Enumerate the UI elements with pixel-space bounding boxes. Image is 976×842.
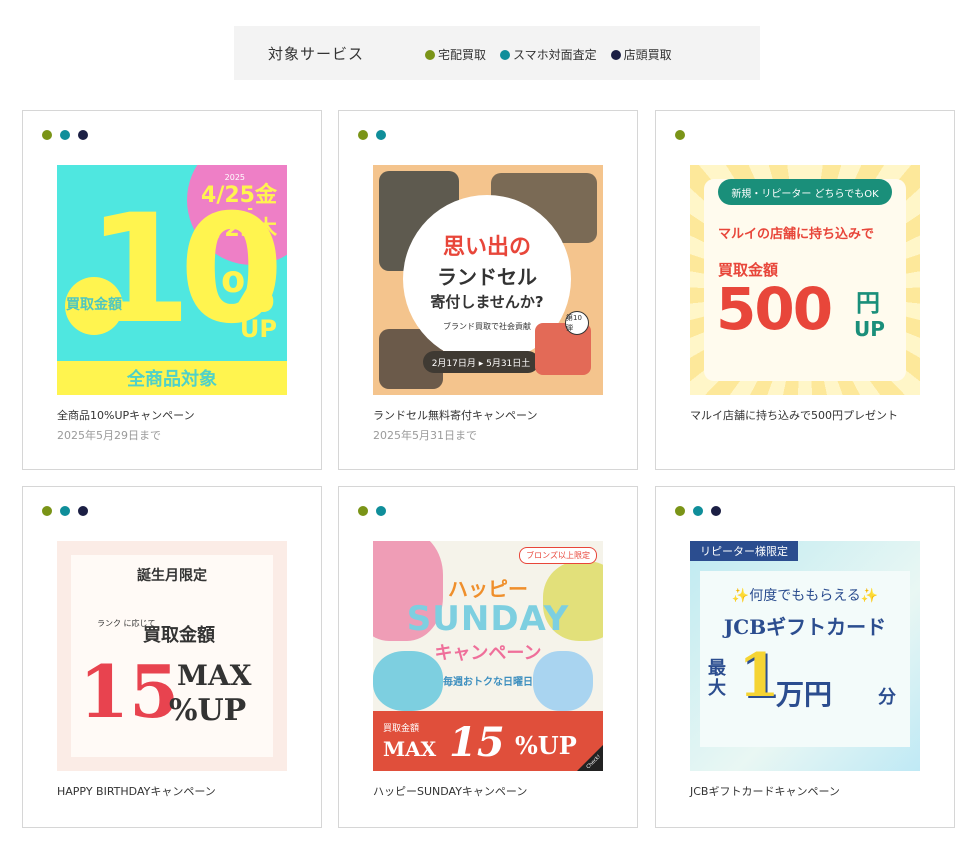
- banner-badge: 第10弾: [565, 311, 589, 335]
- service-dots: [42, 130, 88, 140]
- banner-line1: ✨何度でももらえる✨: [731, 588, 879, 604]
- banner-bar-number: 15: [449, 719, 505, 766]
- banner-dates: 2月17日月 ▸ 5月31日土: [423, 351, 539, 373]
- banner-max: 最大: [708, 658, 726, 699]
- campaign-card[interactable]: ブロンズ以上限定 ハッピー SUNDAY キャンペーン 毎週おトクな日曜日 買取…: [338, 486, 638, 828]
- campaign-banner[interactable]: ブロンズ以上限定 ハッピー SUNDAY キャンペーン 毎週おトクな日曜日 買取…: [373, 541, 603, 771]
- banner-up: UP: [854, 317, 885, 341]
- legend-label: 店頭買取: [623, 48, 672, 62]
- legend-title: 対象サービス: [268, 45, 365, 63]
- campaign-banner[interactable]: 思い出の ランドセル 寄付しませんか? ブランド買取で社会貢献 2月17日月 ▸…: [373, 165, 603, 395]
- banner-bar-label: 買取金額: [383, 724, 420, 734]
- legend-label: スマホ対面査定: [513, 48, 597, 62]
- legend-items: 宅配買取 スマホ対面査定 店頭買取: [425, 46, 672, 63]
- navy-dot-icon: [711, 506, 721, 516]
- banner-line3: 寄付しませんか?: [430, 293, 544, 311]
- service-dots: [675, 506, 721, 516]
- green-dot-icon: [42, 130, 52, 140]
- card-title[interactable]: 全商品10%UPキャンペーン: [57, 407, 195, 423]
- legend-item-delivery: 宅配買取: [425, 46, 486, 63]
- campaign-banner[interactable]: 新規・リピーター どちらでもOK マルイの店舗に持ち込みで 買取金額 500 円…: [690, 165, 920, 395]
- banner-line2: JCBギフトカード: [723, 615, 887, 639]
- campaign-banner[interactable]: リピーター様限定 ✨何度でももらえる✨ JCBギフトカード 最大 1 万円 分: [690, 541, 920, 771]
- navy-dot-icon: [78, 130, 88, 140]
- banner-circle-label: 買取金額: [65, 277, 123, 335]
- navy-dot-icon: [610, 49, 621, 60]
- campaign-card[interactable]: 新規・リピーター どちらでもOK マルイの店舗に持ち込みで 買取金額 500 円…: [655, 110, 955, 470]
- banner-max: MAX: [177, 659, 252, 692]
- card-title[interactable]: マルイ店舗に持ち込みで500円プレゼント: [690, 407, 898, 423]
- legend-item-smartphone: スマホ対面査定: [500, 46, 597, 63]
- service-legend: 対象サービス 宅配買取 スマホ対面査定 店頭買取: [234, 26, 760, 80]
- navy-dot-icon: [78, 506, 88, 516]
- campaign-banner[interactable]: 誕生月限定 ランク に応じて 買取金額 15 MAX %UP: [57, 541, 287, 771]
- card-title[interactable]: JCBギフトカードキャンペーン: [690, 783, 840, 799]
- green-dot-icon: [425, 49, 435, 60]
- service-dots: [675, 130, 685, 140]
- banner-unit: 万円: [776, 678, 833, 711]
- banner-number: 1: [738, 641, 780, 711]
- teal-dot-icon: [376, 130, 386, 140]
- banner-line1: マルイの店舗に持ち込みで: [718, 227, 875, 242]
- green-dot-icon: [358, 506, 368, 516]
- banner-up: UP: [239, 315, 277, 343]
- banner-line1: 思い出の: [442, 235, 531, 260]
- legend-label: 宅配買取: [438, 48, 487, 62]
- banner-bar-up: %UP: [515, 731, 577, 760]
- teal-dot-icon: [60, 130, 70, 140]
- banner-line1: ハッピー: [448, 577, 528, 601]
- banner-line2: 買取金額: [143, 625, 215, 646]
- card-deadline: 2025年5月29日まで: [57, 429, 161, 442]
- banner-number: 15: [79, 649, 180, 734]
- banner-amount: 500: [716, 275, 833, 343]
- green-dot-icon: [675, 506, 685, 516]
- card-deadline: 2025年5月31日まで: [373, 429, 477, 442]
- teal-dot-icon: [693, 506, 703, 516]
- service-dots: [42, 506, 88, 516]
- banner-line3: キャンペーン: [434, 643, 542, 664]
- card-title[interactable]: HAPPY BIRTHDAYキャンペーン: [57, 783, 216, 799]
- campaign-banner[interactable]: 2025 4/25金 - 5/29木 10 買取金額 % UP 全商品対象: [57, 165, 287, 395]
- teal-dot-icon: [500, 49, 511, 60]
- banner-suffix: 分: [878, 687, 896, 708]
- banner-pill: 新規・リピーター どちらでもOK: [718, 179, 892, 205]
- banner-tag: リピーター様限定: [690, 541, 798, 561]
- campaign-card[interactable]: 2025 4/25金 - 5/29木 10 買取金額 % UP 全商品対象 全商…: [22, 110, 322, 470]
- banner-red-bar: 買取金額 MAX 15 %UP: [373, 711, 603, 771]
- card-title[interactable]: ハッピーSUNDAYキャンペーン: [373, 783, 527, 799]
- banner-line4: 毎週おトクな日曜日: [443, 677, 533, 688]
- service-dots: [358, 506, 386, 516]
- teal-dot-icon: [376, 506, 386, 516]
- banner-tag: ブロンズ以上限定: [519, 547, 597, 564]
- banner-footer: 全商品対象: [57, 361, 287, 395]
- teal-dot-icon: [60, 506, 70, 516]
- campaign-card[interactable]: 思い出の ランドセル 寄付しませんか? ブランド買取で社会貢献 2月17日月 ▸…: [338, 110, 638, 470]
- legend-item-store: 店頭買取: [610, 46, 672, 63]
- card-title[interactable]: ランドセル無料寄付キャンペーン: [373, 407, 537, 423]
- banner-line2: ランドセル: [437, 265, 537, 289]
- green-dot-icon: [675, 130, 685, 140]
- campaign-card[interactable]: 誕生月限定 ランク に応じて 買取金額 15 MAX %UP HAPPY BIR…: [22, 486, 322, 828]
- banner-yen: 円: [856, 289, 880, 317]
- green-dot-icon: [42, 506, 52, 516]
- banner-bar-max: MAX: [383, 737, 437, 761]
- green-dot-icon: [358, 130, 368, 140]
- service-dots: [358, 130, 386, 140]
- campaign-card[interactable]: リピーター様限定 ✨何度でももらえる✨ JCBギフトカード 最大 1 万円 分 …: [655, 486, 955, 828]
- banner-percent-up: %UP: [169, 693, 247, 728]
- banner-line1: 誕生月限定: [137, 568, 207, 584]
- banner-line2: SUNDAY: [406, 599, 570, 639]
